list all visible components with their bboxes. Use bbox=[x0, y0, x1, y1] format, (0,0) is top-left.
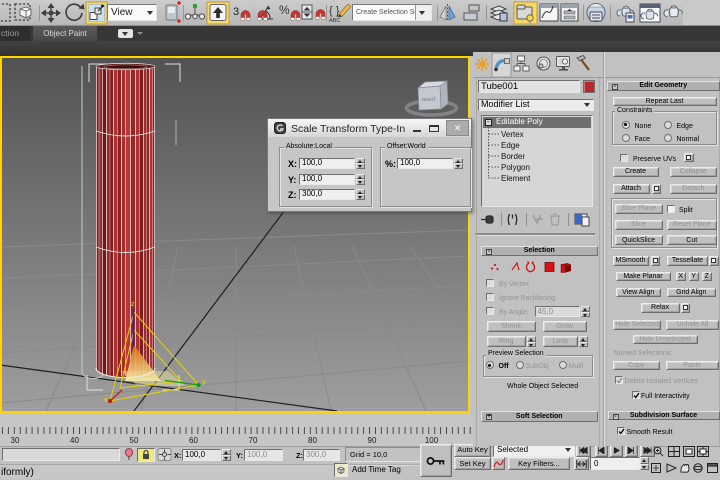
svg-text:70: 70 bbox=[249, 436, 258, 445]
svg-text:%: % bbox=[279, 3, 290, 17]
svg-text:y: y bbox=[202, 379, 206, 386]
svg-text:60: 60 bbox=[189, 436, 198, 445]
svg-text:30: 30 bbox=[11, 436, 20, 445]
svg-text:RIGHT: RIGHT bbox=[422, 97, 436, 103]
svg-text:40: 40 bbox=[70, 436, 79, 445]
svg-text:{ }: { } bbox=[329, 5, 340, 17]
svg-text:3: 3 bbox=[233, 6, 239, 18]
svg-text:z: z bbox=[131, 301, 135, 308]
svg-text:ABC: ABC bbox=[329, 18, 340, 24]
svg-text:x: x bbox=[104, 397, 108, 404]
svg-text:50: 50 bbox=[130, 436, 139, 445]
svg-text:90: 90 bbox=[368, 436, 377, 445]
svg-text:80: 80 bbox=[308, 436, 317, 445]
